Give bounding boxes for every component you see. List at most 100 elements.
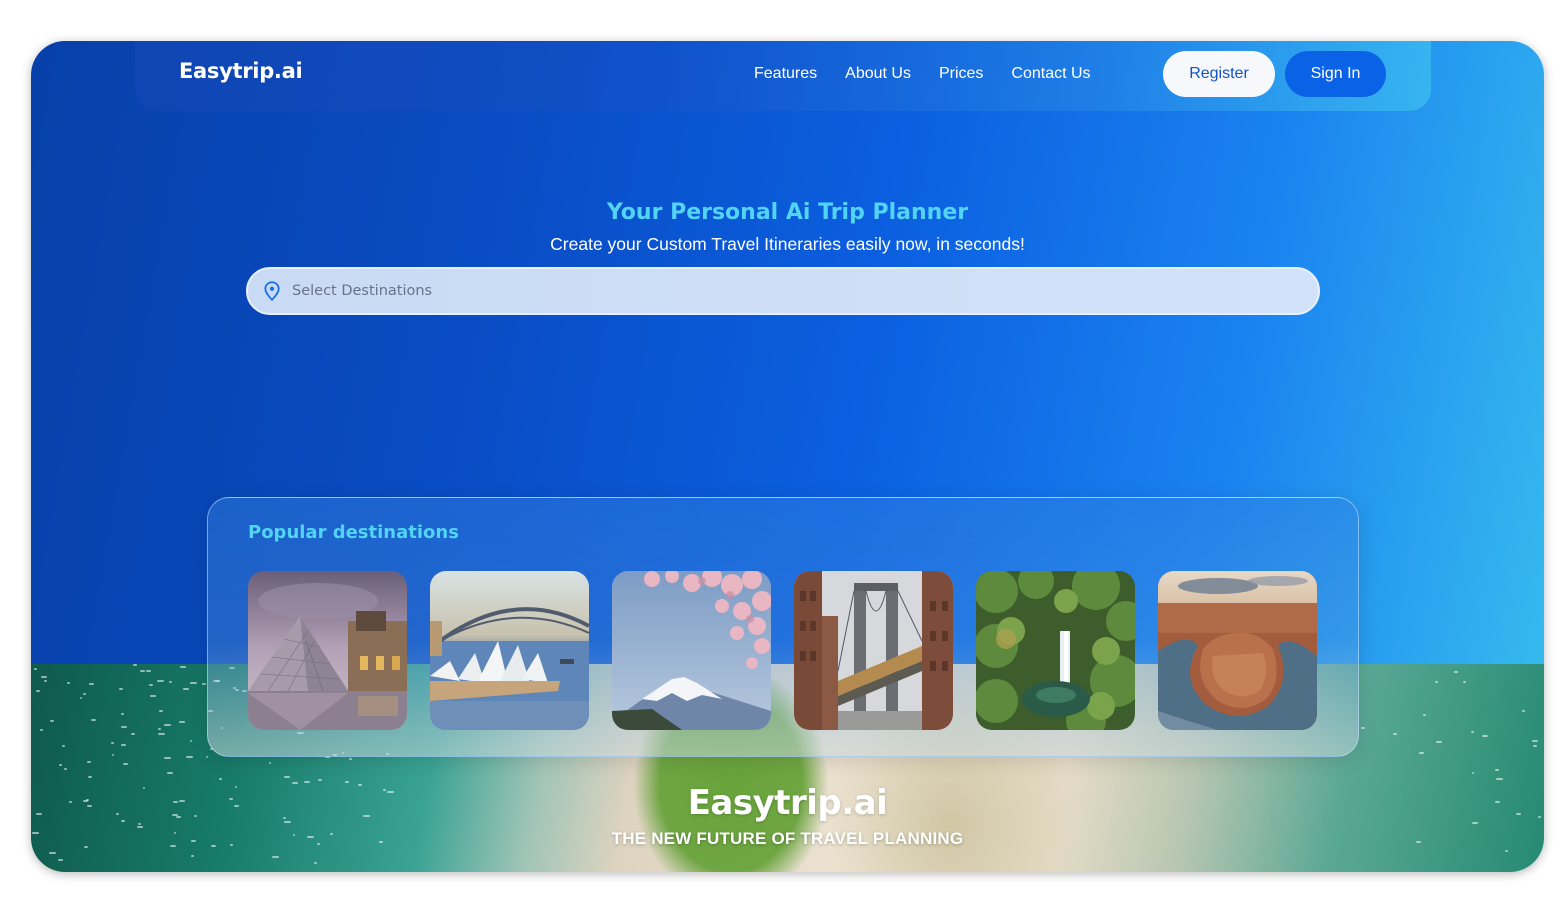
wave-sparkle (87, 776, 93, 779)
wave-sparkle (58, 763, 62, 766)
wave-sparkle (121, 712, 125, 715)
wave-sparkle (44, 680, 47, 683)
wave-sparkle (201, 682, 207, 685)
wave-sparkle (63, 767, 67, 770)
wave-sparkle (190, 855, 194, 858)
wave-sparkle (49, 851, 56, 854)
wave-sparkle (272, 856, 279, 859)
wave-sparkle (166, 771, 174, 774)
wave-sparkle (1470, 730, 1475, 733)
sign-in-button[interactable]: Sign In (1285, 51, 1386, 97)
louvre-image (248, 571, 407, 730)
wave-sparkle (1532, 744, 1538, 747)
nav-link-about-us[interactable]: About Us (845, 65, 911, 83)
popular-destinations-title: Popular destinations (248, 522, 459, 543)
wave-sparkle (39, 728, 44, 731)
nav-link-contact-us[interactable]: Contact Us (1011, 65, 1090, 83)
wave-sparkle (1463, 681, 1467, 683)
wave-sparkle (178, 720, 185, 723)
wave-sparkle (182, 688, 190, 691)
nav-link-features[interactable]: Features (754, 65, 817, 83)
wave-sparkle (163, 757, 171, 760)
wave-sparkle (140, 669, 146, 672)
wave-sparkle (58, 858, 63, 861)
wave-sparkle (123, 763, 129, 766)
popular-destinations-panel: Popular destinations (207, 497, 1359, 757)
wave-sparkle (149, 684, 154, 687)
wave-sparkle (89, 682, 95, 685)
wave-sparkle (49, 719, 55, 722)
nav-links: Features About Us Prices Contact Us (754, 65, 1119, 83)
destination-card-waterfall[interactable] (976, 571, 1135, 730)
destination-card-horseshoe-bend[interactable] (1158, 571, 1317, 730)
wave-sparkle (121, 744, 126, 747)
horseshoe-bend-image (1158, 571, 1317, 730)
wave-sparkle (317, 778, 323, 781)
wave-sparkle (169, 681, 173, 684)
wave-sparkle (1471, 772, 1474, 775)
mount-fuji-image (612, 571, 771, 730)
wave-sparkle (91, 719, 96, 722)
destination-card-sydney[interactable] (430, 571, 589, 730)
wave-sparkle (314, 862, 318, 865)
wave-sparkle (157, 679, 164, 682)
wave-sparkle (1423, 713, 1427, 716)
map-pin-icon (264, 281, 280, 302)
wave-sparkle (189, 739, 193, 742)
wave-sparkle (131, 733, 135, 735)
wave-sparkle (284, 775, 291, 778)
wave-sparkle (146, 669, 151, 672)
destination-card-manhattan-bridge[interactable] (794, 571, 953, 730)
footer-logo: Easytrip.ai (687, 783, 888, 823)
wave-sparkle (1494, 769, 1500, 772)
wave-sparkle (1435, 681, 1439, 684)
wave-sparkle (186, 756, 193, 759)
nav-link-prices[interactable]: Prices (939, 65, 983, 83)
wave-sparkle (111, 742, 114, 744)
wave-sparkle (120, 726, 128, 729)
wave-sparkle (80, 696, 83, 699)
wave-sparkle (137, 825, 144, 828)
wave-sparkle (1435, 740, 1442, 743)
wave-sparkle (1393, 732, 1398, 735)
wave-sparkle (1453, 671, 1458, 674)
destination-search[interactable] (246, 267, 1320, 315)
wave-sparkle (149, 694, 156, 697)
wave-sparkle (218, 777, 222, 780)
wave-sparkle (36, 689, 40, 692)
wave-sparkle (1419, 751, 1424, 754)
wave-sparkle (189, 681, 197, 684)
wave-sparkle (1361, 727, 1365, 730)
hero-title: Your Personal Ai Trip Planner (606, 200, 969, 225)
footer-tagline: THE NEW FUTURE OF TRAVEL PLANNING (611, 829, 964, 848)
waterfall-image (976, 571, 1135, 730)
manhattan-bridge-image (794, 571, 953, 730)
wave-sparkle (180, 665, 187, 668)
wave-sparkle (157, 733, 165, 736)
wave-sparkle (164, 723, 172, 726)
wave-sparkle (87, 760, 91, 763)
wave-sparkle (1531, 740, 1539, 743)
destination-card-louvre[interactable] (248, 571, 407, 730)
hero-subtitle: Create your Custom Travel Itineraries ea… (550, 234, 1025, 254)
wave-sparkle (119, 688, 123, 691)
destination-search-input[interactable] (292, 283, 1292, 299)
wave-sparkle (33, 667, 37, 670)
destination-card-mount-fuji[interactable] (612, 571, 771, 730)
wave-sparkle (1496, 778, 1503, 781)
register-button[interactable]: Register (1163, 51, 1275, 97)
wave-sparkle (62, 744, 65, 747)
wave-sparkle (133, 664, 138, 666)
wave-sparkle (268, 762, 272, 765)
wave-sparkle (349, 758, 353, 761)
wave-sparkle (1481, 735, 1488, 738)
wave-sparkle (66, 681, 71, 684)
wave-sparkle (157, 728, 161, 731)
logo[interactable]: Easytrip.ai (179, 59, 303, 83)
wave-sparkle (1521, 709, 1525, 712)
wave-sparkle (111, 754, 115, 757)
wave-sparkle (206, 755, 209, 758)
wave-sparkle (1504, 850, 1508, 853)
destination-cards (248, 571, 1317, 730)
wave-sparkle (40, 676, 47, 679)
